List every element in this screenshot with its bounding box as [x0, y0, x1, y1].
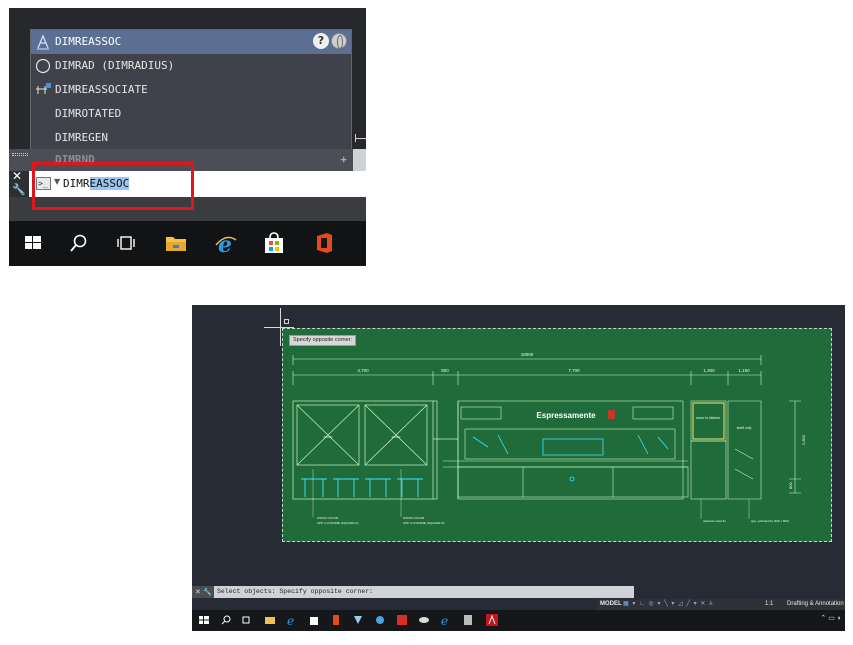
search-icon[interactable] — [220, 614, 232, 626]
panel-label: 60X80 — [324, 435, 333, 439]
autocomplete-item-label: DIMROTATED — [55, 107, 122, 120]
status-bar: MODEL ▦ ▾ ∟ ◎ ▾ ╲ ▾ ◿ ╱ ▾ ✕ ⅄ 1:1 Drafti… — [597, 599, 845, 610]
note: app. polished fin (300 x 600) — [751, 519, 789, 523]
office-icon[interactable] — [312, 231, 336, 255]
note: WOOD COLOR — [403, 516, 425, 520]
palette-grip[interactable] — [9, 149, 31, 171]
dim-vertical: 800 — [788, 482, 793, 489]
autocad-icon[interactable] — [486, 614, 498, 626]
note: stainless steel fin — [703, 519, 726, 523]
dim-label: 4,700 — [357, 368, 369, 373]
selection-window-drawing[interactable]: 18000 4,700 800 7,700 1,300 1,150 2,800 … — [282, 328, 832, 542]
dim-overall: 18000 — [521, 352, 534, 357]
highlighted-panel — [692, 402, 725, 440]
help-icon[interactable]: ? — [313, 33, 329, 49]
plus-icon: + — [340, 153, 347, 166]
autocomplete-item-selected[interactable]: DIMREASSOC ? — [31, 30, 351, 54]
command-line[interactable]: ✕ 🔧 Select objects: Specify opposite cor… — [192, 586, 634, 598]
autocomplete-item[interactable]: DIMROTATED — [31, 102, 351, 126]
drafting-toggles[interactable]: ▦ ▾ ∟ ◎ ▾ ╲ ▾ ◿ ╱ ▾ ✕ ⅄ — [623, 599, 714, 610]
highlight-box — [32, 162, 194, 210]
task-view-icon[interactable] — [114, 231, 138, 255]
autocomplete-item[interactable]: DIMREASSOCIATE — [31, 78, 351, 102]
model-space-button[interactable]: MODEL — [600, 599, 622, 610]
office-icon[interactable] — [330, 614, 342, 626]
note: WOOD COLOR — [317, 516, 339, 520]
note: APP. 3-0 FRAME (SQUARE D) — [317, 521, 358, 525]
dim-label: 1,150 — [738, 368, 750, 373]
windows-taskbar: e — [9, 221, 366, 266]
file-explorer-icon[interactable] — [164, 231, 188, 255]
task-view-icon[interactable] — [240, 614, 252, 626]
autocomplete-item[interactable]: DIMRAD (DIMRADIUS) — [31, 54, 351, 78]
command-history-text: Select objects: Specify opposite corner: — [217, 588, 374, 595]
autocomplete-item-label: DIMREASSOCIATE — [55, 83, 148, 96]
windows-taskbar: e e ⌃ ▭ ◖ — [192, 610, 845, 631]
dynamic-input-tooltip: Specify opposite corner: — [289, 335, 357, 346]
crosshair-vertical — [280, 308, 281, 346]
svg-text:e: e — [441, 614, 448, 626]
search-icon[interactable] — [67, 231, 91, 255]
internet-search-icon[interactable] — [331, 33, 347, 49]
store-icon[interactable] — [308, 614, 320, 626]
customize-wrench-icon[interactable]: 🔧 — [12, 183, 26, 196]
logo-mark — [608, 410, 615, 419]
close-icon[interactable]: ✕ — [12, 169, 22, 183]
store-icon[interactable] — [262, 231, 286, 255]
app-icon[interactable] — [374, 614, 386, 626]
logo-text: Espressamente — [536, 411, 596, 420]
dim-label: 800 — [441, 368, 449, 373]
elevation-drawing: 18000 4,700 800 7,700 1,300 1,150 2,800 … — [292, 352, 806, 525]
annotation-scale[interactable]: 1:1 — [765, 599, 773, 610]
bottom-screenshot: 18000 4,700 800 7,700 1,300 1,150 2,800 … — [192, 305, 845, 631]
dim-vertical: 2,800 — [801, 434, 806, 445]
panel-note: shelf only — [737, 426, 752, 430]
calculator-icon[interactable] — [462, 614, 474, 626]
system-tray[interactable]: ⌃ ▭ ◖ — [820, 614, 841, 622]
command-line-toolbar: ✕ 🔧 — [9, 169, 29, 197]
app-icon[interactable] — [352, 614, 364, 626]
top-screenshot: DIMREASSOC ? DIMRAD (DIMRADIUS) DIMREASS… — [9, 8, 366, 266]
svg-text:e: e — [287, 614, 294, 626]
autocomplete-item-label: DIMREGEN — [55, 131, 108, 144]
reassociate-dimension-icon — [36, 83, 51, 94]
internet-explorer-icon[interactable]: e — [286, 614, 298, 626]
windows-start-icon[interactable] — [21, 231, 45, 255]
radius-dimension-icon — [35, 58, 51, 74]
note: APP. 3-0 FRAME (SQUARE D) — [403, 521, 444, 525]
panel-note: cover to kitchen — [696, 416, 721, 420]
autocomplete-item[interactable]: DIMREGEN — [31, 126, 351, 150]
app-icon[interactable] — [418, 614, 430, 626]
internet-explorer-icon[interactable]: e — [214, 231, 238, 255]
workspace-switch[interactable]: Drafting & Annotation — [787, 599, 844, 610]
app-icon[interactable]: e — [440, 614, 452, 626]
dimension-icon — [37, 34, 49, 50]
command-line-toolbar: ✕ 🔧 — [192, 586, 214, 598]
pdf-icon[interactable] — [396, 614, 408, 626]
dim-label: 7,700 — [568, 368, 580, 373]
panel-label: 60X80 — [392, 435, 401, 439]
autocomplete-item-label: DIMRAD (DIMRADIUS) — [55, 59, 175, 72]
windows-start-icon[interactable] — [198, 614, 210, 626]
pickbox — [284, 319, 289, 324]
svg-text:e: e — [218, 232, 232, 255]
dim-label: 1,300 — [703, 368, 715, 373]
autocomplete-item-label: DIMREASSOC — [55, 35, 122, 48]
file-explorer-icon[interactable] — [264, 614, 276, 626]
scroll-area — [353, 149, 366, 171]
